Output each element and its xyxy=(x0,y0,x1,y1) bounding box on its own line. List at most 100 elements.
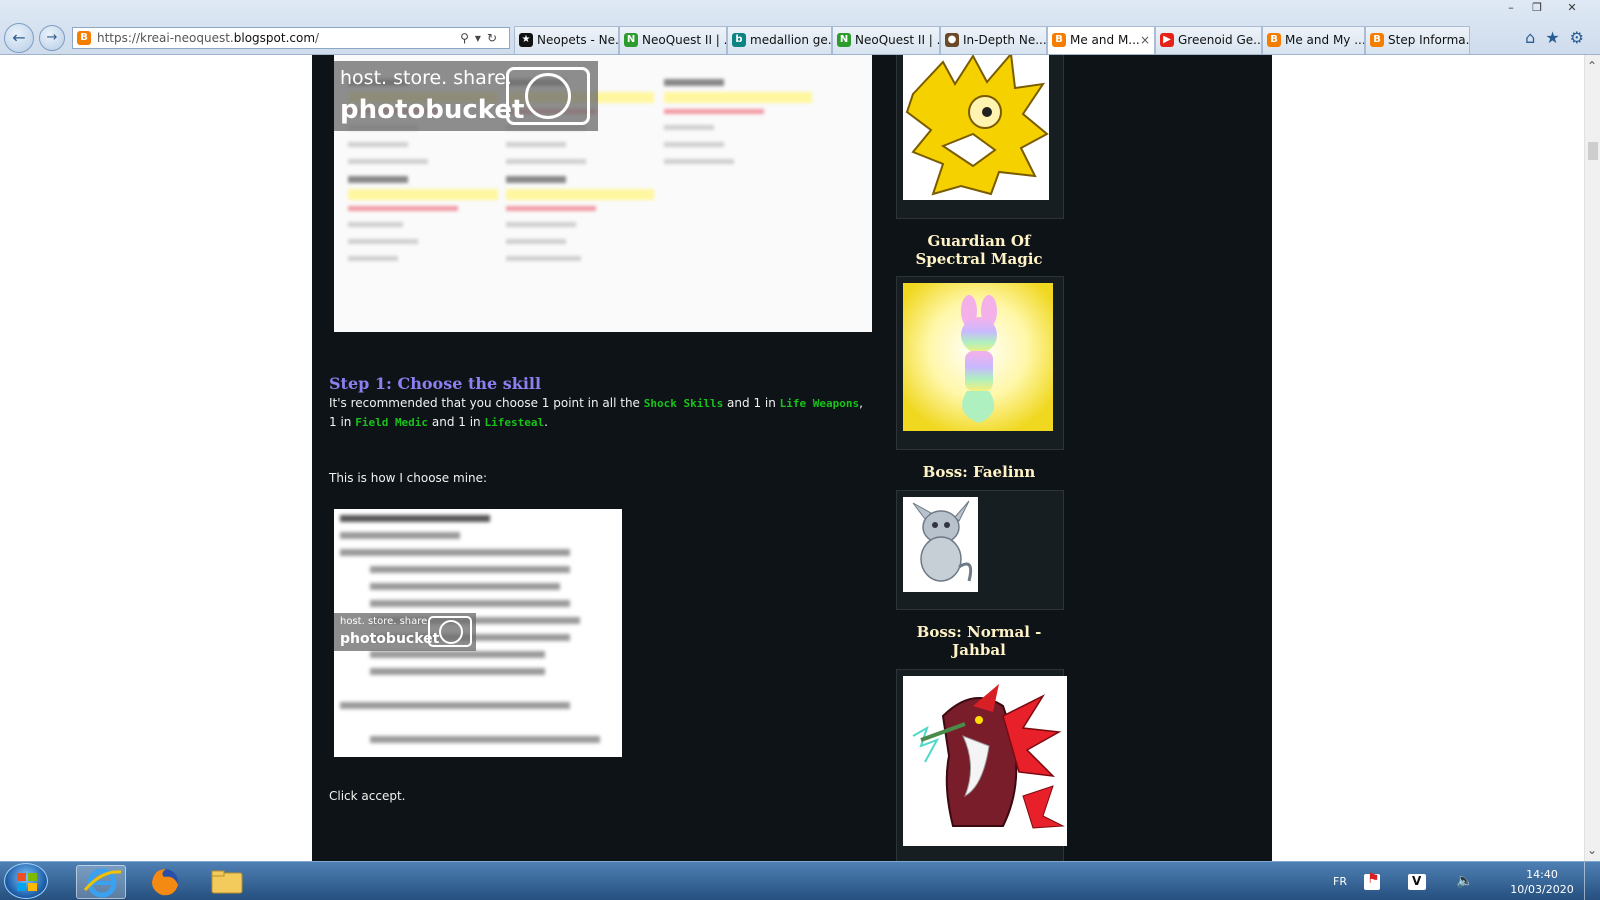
address-tools: ⚲▾↻ xyxy=(460,28,503,48)
tab-label: medallion ge... xyxy=(750,33,832,47)
home-icon[interactable]: ⌂ xyxy=(1525,28,1545,47)
back-button[interactable]: ← xyxy=(4,23,34,53)
tab-me-and-my[interactable]: B Me and My ... xyxy=(1262,26,1365,54)
browser-chrome: – ❐ ✕ ← → B https://kreai-neoquest.blogs… xyxy=(0,0,1600,55)
settings-gear-icon[interactable]: ⚙ xyxy=(1570,28,1594,47)
show-desktop-button[interactable] xyxy=(1584,862,1598,900)
step-title: Step 1: Choose the skill xyxy=(329,374,542,393)
url-prefix: https://kreai-neoquest. xyxy=(97,31,234,45)
folder-icon xyxy=(211,870,243,894)
blogger-icon: B xyxy=(1267,33,1281,47)
bing-icon: b xyxy=(732,33,746,47)
photobucket-watermark: host. store. share. photobucket xyxy=(334,613,476,651)
blogger-icon: B xyxy=(77,31,91,45)
tab-label: NeoQuest II | ... xyxy=(642,33,727,47)
scroll-down-icon[interactable]: ⌄ xyxy=(1587,843,1597,857)
shock-skills-link: Shock Skills xyxy=(643,397,724,410)
spectral-guardian-image xyxy=(903,283,1053,431)
tab-label: Greenoid Ge... xyxy=(1178,33,1262,47)
scroll-up-icon[interactable]: ⌃ xyxy=(1587,59,1597,73)
text-segment: It's recommended that you choose 1 point… xyxy=(329,396,644,410)
tab-close-icon[interactable]: × xyxy=(1140,27,1150,53)
watermark-line2: photobucket xyxy=(340,95,525,125)
internet-explorer-taskbar-button[interactable] xyxy=(76,865,126,899)
firefox-icon xyxy=(152,869,178,896)
photobucket-watermark: host. store. share. photobucket xyxy=(334,61,598,131)
faelinn-image xyxy=(903,497,978,592)
antivirus-icon[interactable]: V xyxy=(1408,874,1426,890)
minimize-icon[interactable]: – xyxy=(1498,0,1524,18)
tab-me-and-m-active[interactable]: B Me and M... × xyxy=(1047,26,1155,54)
boss-faelinn-box xyxy=(896,490,1064,610)
boss-jahbal-title: Boss: Normal - Jahbal xyxy=(916,623,1042,659)
recommendation-paragraph: It's recommended that you choose 1 point… xyxy=(329,394,874,432)
guardian-image-box xyxy=(896,55,1064,219)
restore-icon[interactable]: ❐ xyxy=(1524,0,1550,18)
action-center-icon[interactable]: ⚑ xyxy=(1364,871,1380,890)
browser-toolbar-icons: ⌂★⚙ xyxy=(1525,28,1594,47)
neopets-icon: N xyxy=(837,33,851,47)
tab-label: NeoQuest II | ... xyxy=(855,33,940,47)
character-creation-image: host. store. share. photobucket xyxy=(334,509,622,757)
watermark-line1: host. store. share. xyxy=(340,67,512,89)
tab-in-depth[interactable]: ● In-Depth Ne... xyxy=(940,26,1047,54)
camera-icon xyxy=(506,67,590,125)
youtube-icon: ▶ xyxy=(1160,33,1174,47)
close-icon[interactable]: ✕ xyxy=(1550,0,1594,18)
window-controls: – ❐ ✕ xyxy=(1498,0,1594,18)
url-suffix: / xyxy=(315,31,320,45)
search-icon[interactable]: ⚲ xyxy=(460,31,475,45)
volume-muted-icon[interactable]: 🔈 xyxy=(1456,862,1473,900)
tab-neoquest-1[interactable]: N NeoQuest II | ... xyxy=(619,26,727,54)
tab-label: Me and M... xyxy=(1070,33,1140,47)
blog-body: host. store. share. photobucket Step 1: … xyxy=(312,55,1272,861)
camera-icon xyxy=(428,616,472,647)
firefox-taskbar-button[interactable] xyxy=(140,865,190,899)
text-segment: . xyxy=(544,415,548,429)
start-button[interactable] xyxy=(4,863,48,899)
choose-mine-text: This is how I choose mine: xyxy=(329,471,488,485)
forward-button[interactable]: → xyxy=(39,25,65,51)
watermark-line1: host. store. share. xyxy=(340,616,431,627)
tab-neoquest-2[interactable]: N NeoQuest II | ... xyxy=(832,26,940,54)
tab-greenoid[interactable]: ▶ Greenoid Ge... xyxy=(1155,26,1262,54)
blogger-icon: B xyxy=(1370,33,1384,47)
address-bar[interactable]: B https://kreai-neoquest.blogspot.com/ ⚲… xyxy=(72,27,510,49)
tab-bing[interactable]: b medallion ge... xyxy=(727,26,832,54)
field-medic-link: Field Medic xyxy=(355,416,429,429)
neopets-icon: N xyxy=(624,33,638,47)
clock-time: 14:40 xyxy=(1526,868,1558,881)
lifesteal-link: Lifesteal xyxy=(484,416,545,429)
tab-label: Step Informa... xyxy=(1388,33,1470,47)
tab-strip: ★ Neopets - Ne... N NeoQuest II | ... b … xyxy=(514,26,1470,54)
boss-faelinn-title: Boss: Faelinn xyxy=(922,463,1036,481)
windows-logo-icon xyxy=(17,873,37,891)
vertical-scrollbar[interactable]: ⌃ ⌄ xyxy=(1584,55,1600,861)
blur-column xyxy=(664,75,812,176)
scroll-thumb[interactable] xyxy=(1588,142,1598,160)
tab-label: Neopets - Ne... xyxy=(537,33,619,47)
site-icon: ● xyxy=(945,33,959,47)
click-accept-text: Click accept. xyxy=(329,789,406,803)
clock-date: 10/03/2020 xyxy=(1510,883,1574,896)
skill-table-image: host. store. share. photobucket xyxy=(334,55,872,332)
refresh-icon[interactable]: ↻ xyxy=(487,31,503,45)
life-weapons-link: Life Weapons xyxy=(779,397,860,410)
tab-label: Me and My ... xyxy=(1285,33,1365,47)
internet-explorer-icon xyxy=(83,868,122,898)
clock[interactable]: 14:40 10/03/2020 xyxy=(1510,867,1574,900)
tab-label: In-Depth Ne... xyxy=(963,33,1047,47)
guardian-spectral-box xyxy=(896,276,1064,450)
tab-neopets[interactable]: ★ Neopets - Ne... xyxy=(514,26,619,54)
blogger-icon: B xyxy=(1052,33,1066,47)
boss-jahbal-box xyxy=(896,669,1067,861)
watermark-line2: photobucket xyxy=(340,631,440,647)
language-indicator[interactable]: FR xyxy=(1333,862,1347,900)
favorites-star-icon[interactable]: ★ xyxy=(1545,28,1569,47)
file-explorer-taskbar-button[interactable] xyxy=(202,865,252,899)
dropdown-icon[interactable]: ▾ xyxy=(475,31,487,45)
tab-step-information[interactable]: B Step Informa... xyxy=(1365,26,1470,54)
url-domain: blogspot.com xyxy=(233,31,316,45)
yellow-creature-image xyxy=(903,55,1049,200)
guardian-title: Guardian Of Spectral Magic xyxy=(915,232,1043,268)
